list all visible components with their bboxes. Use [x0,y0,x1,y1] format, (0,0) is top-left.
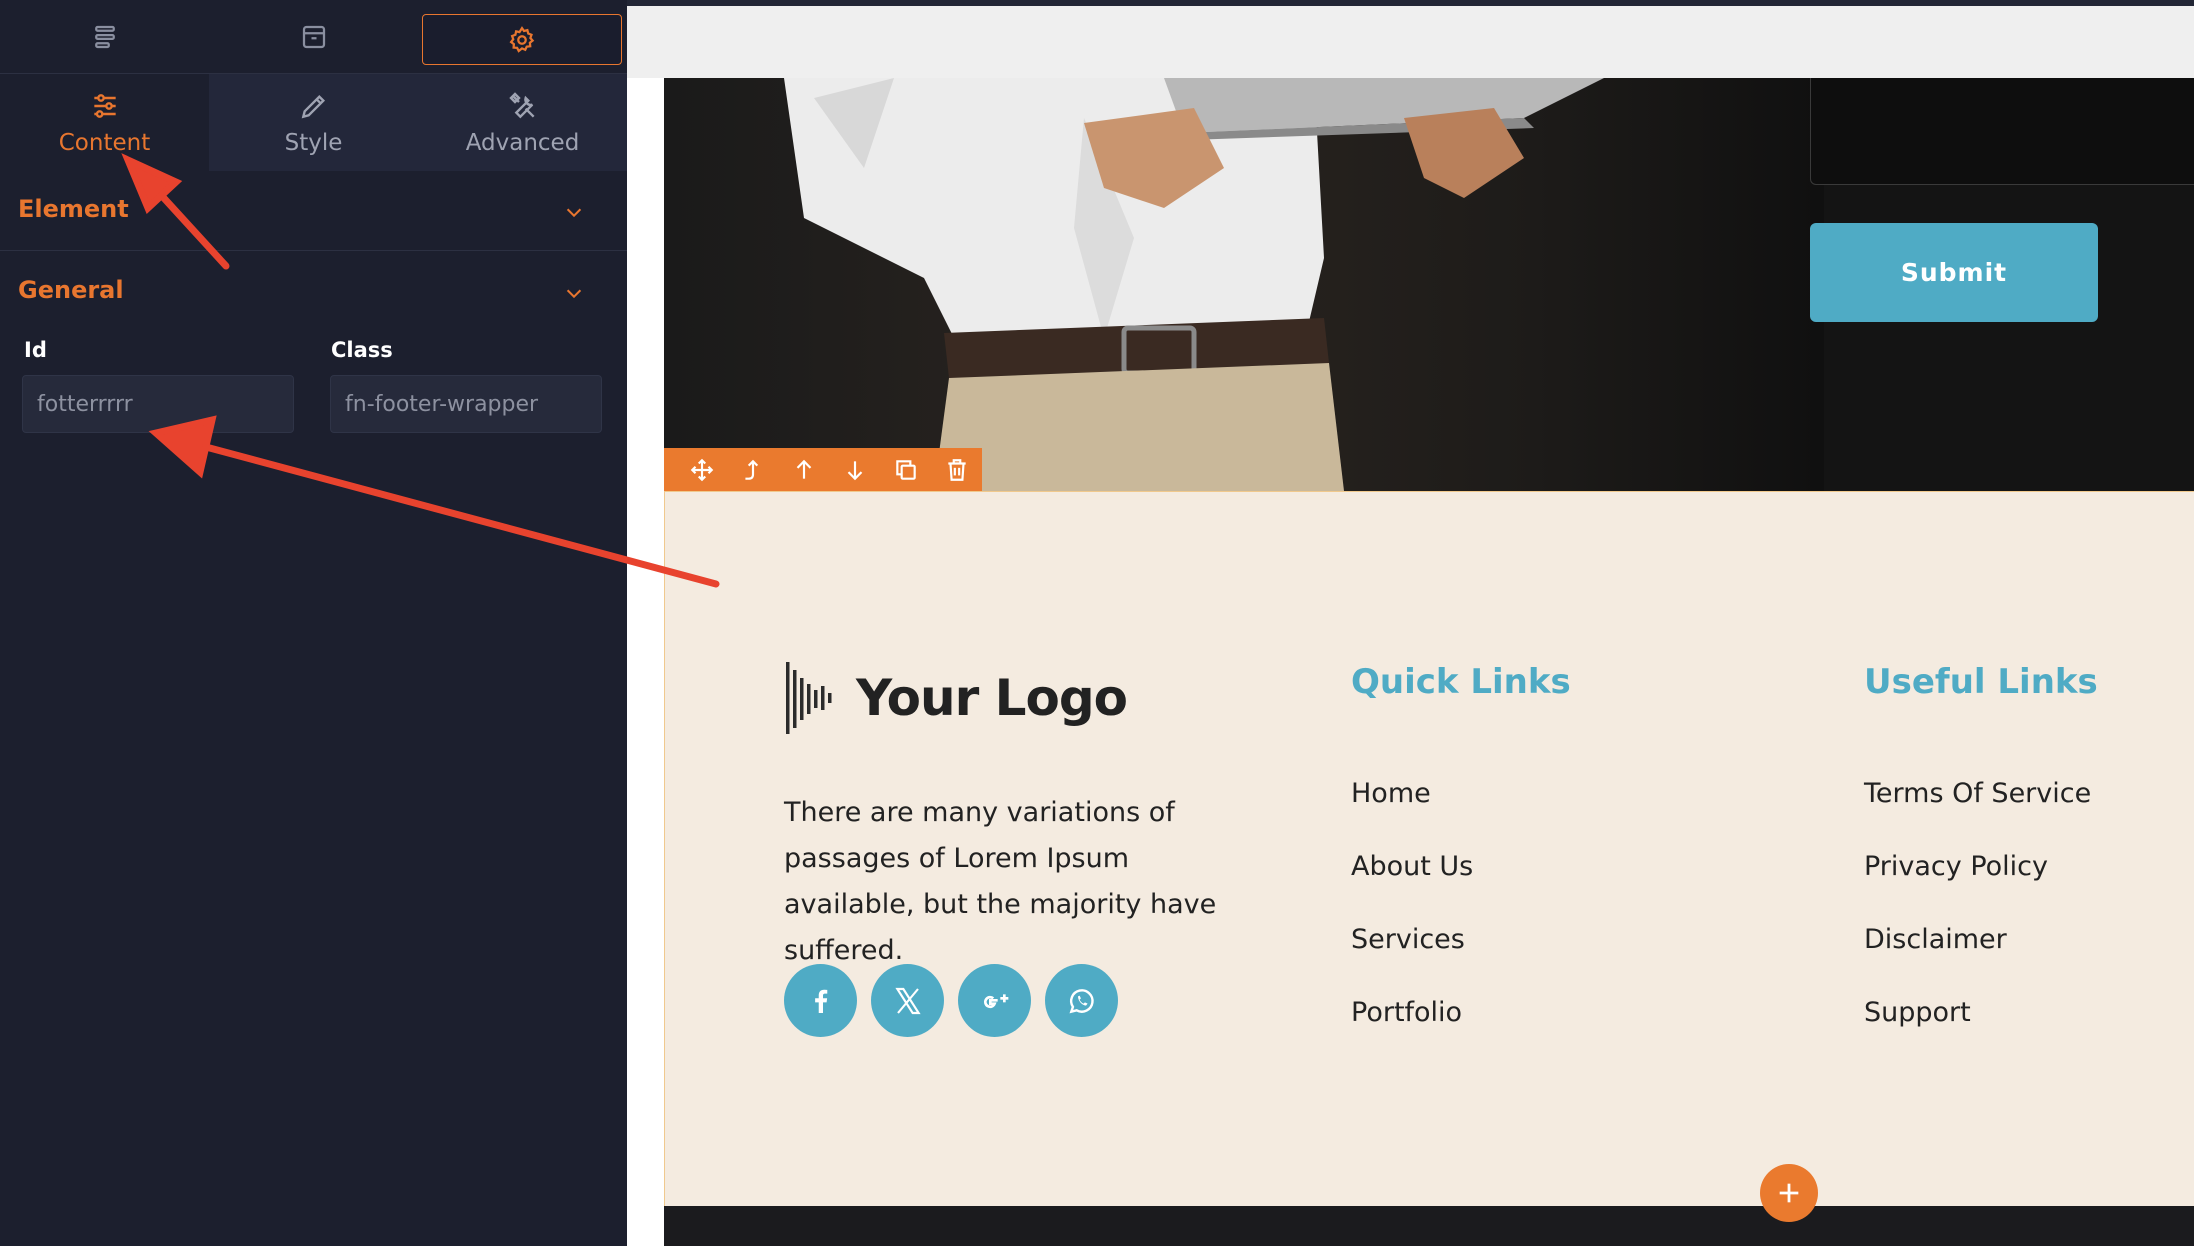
trash-icon [947,459,966,481]
sliders-icon [93,93,116,118]
footer-bottom-bar [664,1206,2194,1246]
link-disclaimer[interactable]: Disclaimer [1864,924,2007,955]
tab-content[interactable]: Content [0,74,209,171]
section-general[interactable]: General [0,252,627,332]
link-home[interactable]: Home [1351,778,1431,809]
link-about-us[interactable]: About Us [1351,851,1473,882]
hero-section[interactable]: Submit [664,78,2194,491]
google-plus-icon [983,993,1008,1008]
facebook-icon [814,989,827,1013]
id-input[interactable] [22,375,294,433]
footer-about-text: There are many variations of passages of… [784,797,1217,966]
class-label: Class [331,338,393,362]
sound-wave-logo-icon [786,662,832,734]
section-element-title: Element [18,195,129,223]
move-icon [690,458,713,482]
chevron-down-icon [566,289,582,299]
add-section-button[interactable] [1760,1164,1818,1222]
delete-button[interactable] [931,448,982,492]
hero-photo [664,78,1824,491]
google-plus-button[interactable] [958,964,1031,1037]
id-label: Id [24,338,47,362]
move-button[interactable] [676,448,727,492]
whatsapp-button[interactable] [1045,964,1118,1037]
tab-content-label: Content [58,129,151,156]
tab-advanced-label: Advanced [465,129,580,156]
pencil-icon [301,94,325,118]
x-button[interactable] [871,964,944,1037]
tab-advanced[interactable]: Advanced [418,74,627,171]
move-down-button[interactable] [829,448,880,492]
canvas-gutter [627,78,664,1246]
link-support[interactable]: Support [1864,997,1971,1028]
tools-icon [508,91,535,118]
quick-links-title: Quick Links [1351,662,1571,702]
sidebar-sub-tabs: Content Style Advanced [0,74,627,171]
whatsapp-icon [1069,988,1094,1013]
tab-style[interactable]: Style [209,74,418,171]
settings-sidebar: Content Style Advanced Element General I… [0,0,627,1246]
tab-layers[interactable] [0,0,209,74]
plus-icon [1779,1183,1799,1203]
archive-icon [302,25,325,49]
tab-templates[interactable] [209,0,418,74]
arrow-up-icon [796,459,811,479]
message-textarea[interactable] [1810,78,2194,185]
logo-text: Your Logo [856,669,1128,727]
facebook-button[interactable] [784,964,857,1037]
useful-links-title: Useful Links [1864,662,2098,702]
link-terms-of-service[interactable]: Terms Of Service [1864,778,2091,809]
move-up-parent-icon [744,459,758,480]
select-parent-button[interactable] [727,448,778,492]
duplicate-button[interactable] [880,448,931,492]
x-icon [894,987,921,1014]
section-toolbar [664,448,982,492]
move-up-button[interactable] [778,448,829,492]
footer-logo[interactable]: Your Logo [784,660,1128,736]
link-portfolio[interactable]: Portfolio [1351,997,1462,1028]
duplicate-icon [895,460,916,480]
section-general-title: General [18,276,124,304]
section-element[interactable]: Element [0,171,627,251]
class-input[interactable] [330,375,602,433]
tab-settings[interactable] [422,14,622,65]
person-with-laptop-image [784,78,1604,491]
layers-icon [94,25,115,49]
gear-icon [509,25,535,53]
canvas-header-area [627,6,2194,78]
chevron-down-icon [566,208,582,218]
arrow-down-icon [847,461,862,481]
sidebar-top-tabs [0,0,627,74]
submit-button[interactable]: Submit [1810,223,2098,322]
link-services[interactable]: Services [1351,924,1465,955]
tab-style-label: Style [284,129,343,156]
link-privacy-policy[interactable]: Privacy Policy [1864,851,2048,882]
